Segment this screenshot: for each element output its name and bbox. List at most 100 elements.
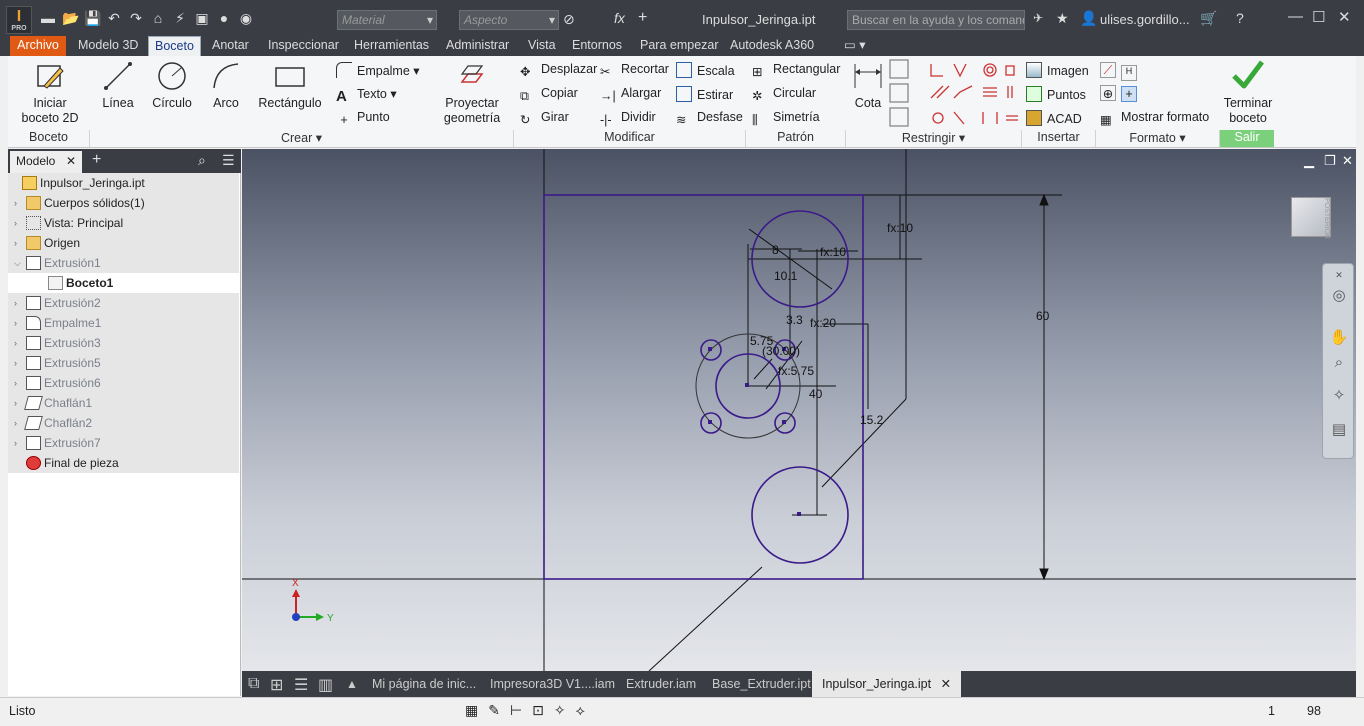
sketch-status-icons[interactable]: ▦✎⊢⊡✧⟡ — [465, 702, 595, 719]
steering-wheel-icon[interactable]: ◎ — [1329, 286, 1349, 306]
menu-tab-boceto[interactable]: Boceto — [148, 36, 201, 56]
line-button[interactable]: Línea — [96, 60, 140, 111]
color-icon[interactable]: ◉ — [238, 10, 254, 27]
finish-sketch-button[interactable]: Terminar boceto — [1220, 58, 1276, 126]
menu-tab-para-empezar[interactable]: Para empezar — [634, 36, 725, 56]
rectangle-button[interactable]: Rectángulo — [254, 60, 326, 111]
constraint-icons[interactable] — [888, 58, 1028, 130]
fx-button[interactable]: fx — [614, 10, 625, 26]
copy-button[interactable]: ⧉ Copiar — [520, 86, 578, 105]
tree-item-cuerpos-s-lidos-1-[interactable]: › Cuerpos sólidos(1) — [8, 193, 239, 213]
update-icon[interactable]: ⚡ — [172, 10, 188, 27]
clear-appearance-icon[interactable]: ⊘ — [563, 11, 575, 28]
expand-icon[interactable]: › — [14, 393, 22, 413]
group-crear[interactable]: Crear ▾ — [90, 130, 514, 147]
tree-item-extrusi-n5[interactable]: › Extrusión5 — [8, 353, 239, 373]
expand-icon[interactable]: › — [14, 233, 22, 253]
measure-icon[interactable]: ● — [216, 10, 232, 27]
sketch-canvas[interactable]: 60 fx:10 8 fx:10 10.1 3.3 fx:20 5.75 (30… — [242, 149, 1356, 671]
user-icon[interactable]: 👤 — [1080, 10, 1097, 27]
trim-button[interactable]: ✂ Recortar — [600, 62, 669, 80]
doc-tab-mi-p-gina-de-inic-[interactable]: Mi página de inic... — [362, 671, 486, 697]
circle-button[interactable]: Círculo — [148, 60, 196, 111]
viewcube[interactable]: POSTERIOR — [1291, 197, 1331, 239]
expand-icon[interactable]: › — [14, 213, 22, 233]
tree-item-empalme1[interactable]: › Empalme1 — [8, 313, 239, 333]
expand-icon[interactable]: › — [14, 433, 22, 453]
menu-tab-inspeccionar[interactable]: Inspeccionar — [262, 36, 345, 56]
split-button[interactable]: -|- Dividir — [600, 110, 656, 129]
move-button[interactable]: ✥ Desplazar — [520, 62, 597, 80]
tree-item-extrusi-n3[interactable]: › Extrusión3 — [8, 333, 239, 353]
doc-tab-inpulsor-jeringa-ipt[interactable]: Inpulsor_Jeringa.ipt ✕ — [812, 671, 962, 697]
close-button[interactable]: ✕ — [1338, 8, 1351, 26]
points-button[interactable]: Puntos — [1026, 86, 1086, 102]
construction-button[interactable]: ⟋ H — [1100, 60, 1142, 81]
binoculars-icon[interactable]: ✈ — [1033, 11, 1043, 25]
help-icon[interactable]: ? — [1236, 10, 1244, 26]
maximize-button[interactable]: ☐ — [1312, 8, 1325, 26]
close-icon[interactable]: ✕ — [937, 677, 951, 691]
redo-icon[interactable]: ↷ — [128, 10, 144, 27]
undo-icon[interactable]: ↶ — [106, 10, 122, 27]
tree-item-vista-principal[interactable]: › Vista: Principal — [8, 213, 239, 233]
dimension-button[interactable]: Cota — [848, 60, 888, 111]
doc-tab-extruder-iam[interactable]: Extruder.iam — [616, 671, 706, 697]
rotate-button[interactable]: ↻ Girar — [520, 110, 569, 128]
vp-close[interactable]: ✕ — [1342, 153, 1353, 169]
center-point-button[interactable]: ⊕ + — [1100, 84, 1142, 102]
tree-item-inpulsor-jeringa-ipt[interactable]: Inpulsor_Jeringa.ipt — [8, 173, 239, 193]
fillet-button[interactable]: Empalme ▾ — [336, 62, 420, 78]
doc-tab-impresora3d-v1-iam[interactable]: Impresora3D V1....iam — [480, 671, 625, 697]
menu-tab-entornos[interactable]: Entornos — [566, 36, 628, 56]
tree-item-extrusi-n6[interactable]: › Extrusión6 — [8, 373, 239, 393]
acad-button[interactable]: ACAD — [1026, 110, 1082, 126]
expand-icon[interactable]: › — [14, 373, 22, 393]
tree-item-extrusi-n2[interactable]: › Extrusión2 — [8, 293, 239, 313]
aspecto-combo[interactable]: Aspecto — [459, 10, 559, 30]
close-icon[interactable]: ✕ — [66, 154, 76, 168]
minimize-button[interactable]: — — [1288, 8, 1303, 25]
expand-icon[interactable]: › — [14, 313, 22, 333]
collapse-icon[interactable]: ⌵ — [14, 253, 22, 273]
mirror-button[interactable]: ⫼ Simetría — [752, 110, 820, 129]
tree-item-extrusi-n7[interactable]: › Extrusión7 — [8, 433, 239, 453]
favorites-icon[interactable]: ★ — [1056, 10, 1069, 27]
show-format-button[interactable]: ▦ Mostrar formato — [1100, 110, 1209, 128]
pan-icon[interactable]: ✋ — [1329, 328, 1349, 348]
tab-modelo[interactable]: Modelo ✕ — [10, 151, 82, 173]
group-restringir[interactable]: Restringir ▾ — [846, 130, 1022, 147]
menu-tab-archivo[interactable]: Archivo — [10, 36, 66, 56]
tree-item-chafl-n1[interactable]: › Chaflán1 — [8, 393, 239, 413]
graphics-window[interactable]: 60 fx:10 8 fx:10 10.1 3.3 fx:20 5.75 (30… — [242, 149, 1356, 671]
expand-icon[interactable]: › — [14, 193, 22, 213]
menu-tab-anotar[interactable]: Anotar — [206, 36, 255, 56]
rectangular-pattern-button[interactable]: ⊞ Rectangular — [752, 62, 840, 80]
add-tab-icon[interactable]: + — [92, 151, 101, 169]
tab-list-icon[interactable]: ▲ — [346, 677, 358, 691]
stretch-button[interactable]: Estirar — [676, 86, 733, 102]
new-icon[interactable]: ▬ — [40, 10, 56, 27]
vp-minimize[interactable]: ▁ — [1304, 153, 1314, 169]
orbit-icon[interactable]: ✧ — [1329, 386, 1349, 406]
menu-tab-herramientas[interactable]: Herramientas — [348, 36, 435, 56]
vp-restore[interactable]: ❐ — [1324, 153, 1336, 169]
menu-icon[interactable]: ☰ — [222, 152, 235, 169]
menu-tab-vista[interactable]: Vista — [522, 36, 562, 56]
user-name[interactable]: ulises.gordillo... — [1100, 12, 1190, 27]
extend-button[interactable]: →| Alargar — [600, 86, 661, 105]
cart-icon[interactable]: 🛒 — [1200, 10, 1217, 27]
expand-icon[interactable]: › — [14, 333, 22, 353]
help-search-input[interactable]: Buscar en la ayuda y los comandos... — [847, 10, 1025, 30]
search-icon[interactable]: ⌕ — [198, 152, 206, 169]
group-formato[interactable]: Formato ▾ — [1096, 130, 1220, 147]
arc-button[interactable]: Arco — [204, 60, 248, 111]
expand-icon[interactable]: › — [14, 413, 22, 433]
menu-tab-modelo-3d[interactable]: Modelo 3D — [72, 36, 144, 56]
text-button[interactable]: A Texto ▾ — [336, 86, 397, 105]
home-icon[interactable]: ⌂ — [150, 10, 166, 27]
expand-icon[interactable]: › — [14, 353, 22, 373]
material-combo[interactable]: Material — [337, 10, 437, 30]
zoom-icon[interactable]: ⌕ — [1329, 354, 1349, 374]
project-geometry-button[interactable]: Proyectar geometría — [440, 60, 504, 126]
